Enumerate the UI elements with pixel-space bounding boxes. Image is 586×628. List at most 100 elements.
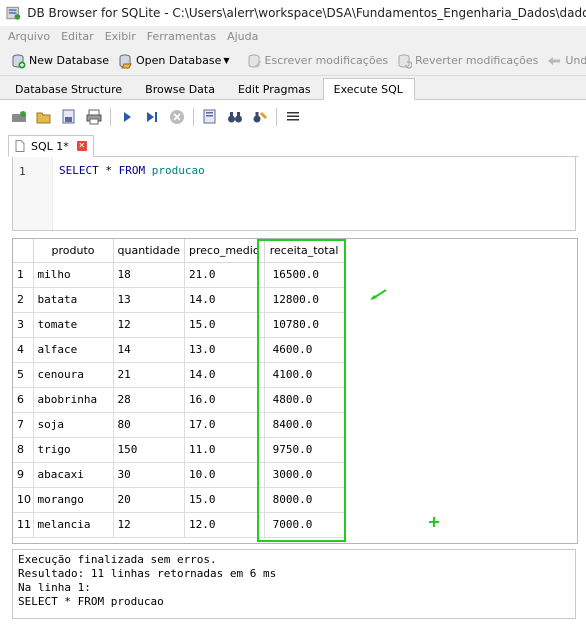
write-changes-button[interactable]: Escrever modificações <box>246 53 388 69</box>
menu-ajuda[interactable]: Ajuda <box>227 30 258 43</box>
cell-preco-medio[interactable]: 10.0 <box>184 462 265 488</box>
cell-receita-total[interactable]: 9750.0 <box>264 437 345 463</box>
cell-produto[interactable]: abobrinha <box>33 387 114 413</box>
table-row[interactable]: 3 tomate 12 15.0 10780.0 <box>13 312 345 338</box>
row-number[interactable]: 9 <box>13 462 34 488</box>
menu-ferramentas[interactable]: Ferramentas <box>147 30 216 43</box>
cell-quantidade[interactable]: 13 <box>113 287 186 313</box>
column-header-preco-medio[interactable]: preco_medio <box>184 239 265 263</box>
undo-button[interactable]: Undo <box>546 53 586 69</box>
cell-receita-total[interactable]: 3000.0 <box>264 462 345 488</box>
tab-execute-sql[interactable]: Execute SQL <box>322 78 415 100</box>
row-number[interactable]: 2 <box>13 287 34 313</box>
execute-all-button[interactable] <box>118 108 136 126</box>
cell-quantidade[interactable]: 150 <box>113 437 186 463</box>
save-results-button[interactable] <box>201 108 219 126</box>
cell-produto[interactable]: tomate <box>33 312 114 338</box>
sql-editor[interactable]: 1 SELECT * FROM producao <box>12 157 576 231</box>
table-row[interactable]: 5 cenoura 21 14.0 4100.0 <box>13 362 345 388</box>
cell-quantidade[interactable]: 20 <box>113 487 186 513</box>
cell-preco-medio[interactable]: 14.0 <box>184 287 265 313</box>
cell-receita-total[interactable]: 8000.0 <box>264 487 345 513</box>
cell-preco-medio[interactable]: 12.0 <box>184 512 265 538</box>
chevron-down-icon[interactable]: ▼ <box>223 56 229 65</box>
tab-database-structure[interactable]: Database Structure <box>4 78 134 99</box>
cell-quantidade[interactable]: 28 <box>113 387 186 413</box>
table-row[interactable]: 9 abacaxi 30 10.0 3000.0 <box>13 462 345 488</box>
cell-receita-total[interactable]: 10780.0 <box>264 312 345 338</box>
stop-execution-button[interactable] <box>168 108 186 126</box>
row-number[interactable]: 1 <box>13 262 34 288</box>
cell-produto[interactable]: batata <box>33 287 114 313</box>
execute-current-line-button[interactable] <box>143 108 161 126</box>
cell-produto[interactable]: cenoura <box>33 362 114 388</box>
sql-tab-1[interactable]: SQL 1* ✕ <box>8 135 94 157</box>
open-sql-file-button[interactable] <box>35 108 53 126</box>
cell-quantidade[interactable]: 21 <box>113 362 186 388</box>
cell-receita-total[interactable]: 8400.0 <box>264 412 345 438</box>
table-row[interactable]: 11 melancia 12 12.0 7000.0 <box>13 512 345 538</box>
cell-produto[interactable]: soja <box>33 412 114 438</box>
cell-preco-medio[interactable]: 14.0 <box>184 362 265 388</box>
cell-produto[interactable]: abacaxi <box>33 462 114 488</box>
cell-produto[interactable]: alface <box>33 337 114 363</box>
sql-code-line[interactable]: SELECT * FROM producao <box>59 164 205 177</box>
menu-arquivo[interactable]: Arquivo <box>8 30 50 43</box>
save-sql-file-button[interactable] <box>60 108 78 126</box>
row-number[interactable]: 7 <box>13 412 34 438</box>
cell-preco-medio[interactable]: 15.0 <box>184 312 265 338</box>
cell-preco-medio[interactable]: 11.0 <box>184 437 265 463</box>
table-row[interactable]: 6 abobrinha 28 16.0 4800.0 <box>13 387 345 413</box>
cell-quantidade[interactable]: 18 <box>113 262 186 288</box>
table-row[interactable]: 7 soja 80 17.0 8400.0 <box>13 412 345 438</box>
column-header-produto[interactable]: produto <box>33 239 114 263</box>
revert-changes-button[interactable]: Reverter modificações <box>396 53 538 69</box>
cell-receita-total[interactable]: 4600.0 <box>264 337 345 363</box>
cell-receita-total[interactable]: 7000.0 <box>264 512 345 538</box>
cell-produto[interactable]: milho <box>33 262 114 288</box>
row-number[interactable]: 6 <box>13 387 34 413</box>
results-grid[interactable]: produto quantidade preco_medio receita_t… <box>12 238 578 544</box>
cell-receita-total[interactable]: 4100.0 <box>264 362 345 388</box>
cell-preco-medio[interactable]: 17.0 <box>184 412 265 438</box>
table-row[interactable]: 10 morango 20 15.0 8000.0 <box>13 487 345 513</box>
print-button[interactable] <box>85 108 103 126</box>
cell-preco-medio[interactable]: 16.0 <box>184 387 265 413</box>
cell-preco-medio[interactable]: 21.0 <box>184 262 265 288</box>
cell-receita-total[interactable]: 12800.0 <box>264 287 345 313</box>
menu-editar[interactable]: Editar <box>61 30 94 43</box>
table-row[interactable]: 4 alface 14 13.0 4600.0 <box>13 337 345 363</box>
cell-receita-total[interactable]: 4800.0 <box>264 387 345 413</box>
tab-browse-data[interactable]: Browse Data <box>134 78 227 99</box>
cell-quantidade[interactable]: 14 <box>113 337 186 363</box>
open-tab-button[interactable] <box>10 108 28 126</box>
comment-button[interactable] <box>284 108 302 126</box>
close-tab-icon[interactable]: ✕ <box>76 141 87 151</box>
cell-quantidade[interactable]: 12 <box>113 312 186 338</box>
cell-preco-medio[interactable]: 15.0 <box>184 487 265 513</box>
row-number[interactable]: 10 <box>13 487 34 513</box>
row-number[interactable]: 5 <box>13 362 34 388</box>
tab-edit-pragmas[interactable]: Edit Pragmas <box>227 78 323 99</box>
table-row[interactable]: 2 batata 13 14.0 12800.0 <box>13 287 345 313</box>
execution-message-pane[interactable]: Execução finalizada sem erros. Resultado… <box>12 549 576 619</box>
new-database-button[interactable]: New Database <box>10 53 109 69</box>
open-database-button[interactable]: Open Database ▼ <box>117 53 230 69</box>
cell-quantidade[interactable]: 30 <box>113 462 186 488</box>
column-header-quantidade[interactable]: quantidade <box>113 239 186 263</box>
cell-preco-medio[interactable]: 13.0 <box>184 337 265 363</box>
find-replace-button[interactable] <box>251 108 269 126</box>
row-number[interactable]: 11 <box>13 512 34 538</box>
row-number[interactable]: 3 <box>13 312 34 338</box>
column-header-receita-total[interactable]: receita_total <box>264 239 345 263</box>
table-row[interactable]: 1 milho 18 21.0 16500.0 <box>13 262 345 288</box>
table-row[interactable]: 8 trigo 150 11.0 9750.0 <box>13 437 345 463</box>
cell-produto[interactable]: trigo <box>33 437 114 463</box>
menu-exibir[interactable]: Exibir <box>105 30 136 43</box>
row-number[interactable]: 4 <box>13 337 34 363</box>
cell-produto[interactable]: melancia <box>33 512 114 538</box>
cell-quantidade[interactable]: 80 <box>113 412 186 438</box>
cell-produto[interactable]: morango <box>33 487 114 513</box>
row-number[interactable]: 8 <box>13 437 34 463</box>
find-button[interactable] <box>226 108 244 126</box>
